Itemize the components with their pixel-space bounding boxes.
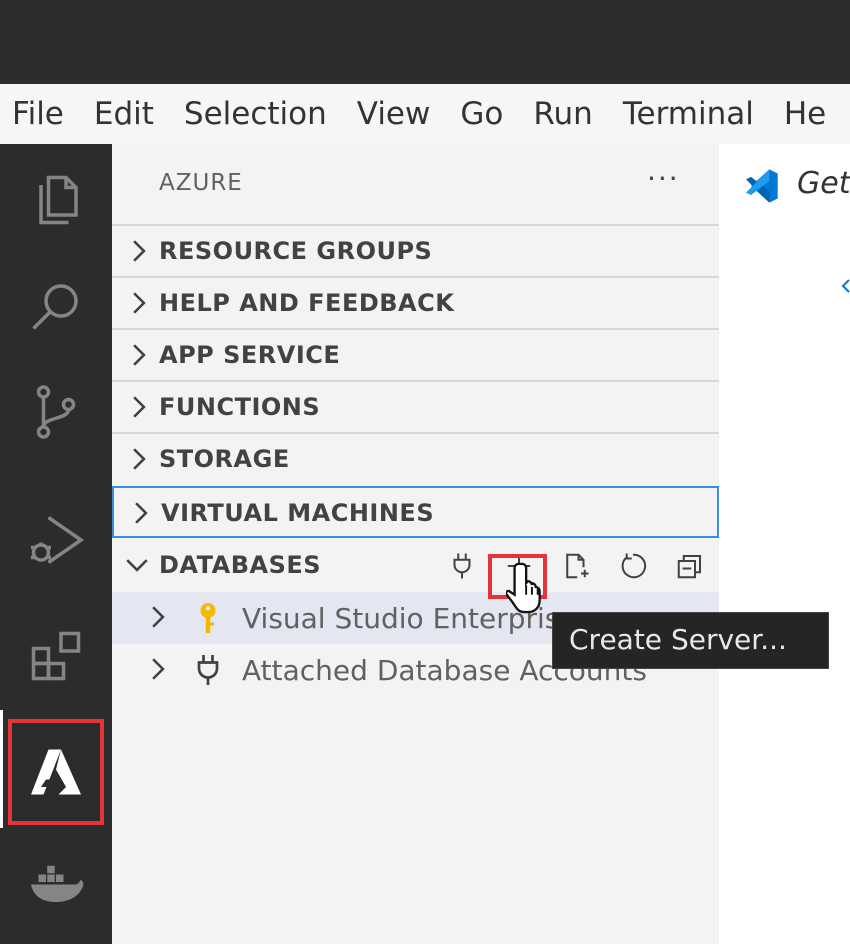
section-label: APP SERVICE [159,341,341,369]
section-label: HELP AND FEEDBACK [159,289,455,317]
menu-bar: File Edit Selection View Go Run Terminal… [0,84,850,144]
section-resource-groups[interactable]: RESOURCE GROUPS [112,224,719,276]
section-app-service[interactable]: APP SERVICE [112,328,719,380]
menu-run[interactable]: Run [533,96,592,132]
chevron-right-icon [133,292,146,314]
chevron-right-icon [152,606,165,628]
title-bar [0,0,850,84]
chevron-right-icon [133,396,146,418]
menu-file[interactable]: File [12,96,64,132]
sidebar-title: AZURE [159,170,243,196]
chevron-right-icon [135,502,148,524]
hand-cursor-icon [506,562,541,614]
plug-icon[interactable] [442,546,482,586]
collapse-all-icon[interactable] [670,546,710,586]
sidebar-header: AZURE ··· [112,144,719,224]
section-help-and-feedback[interactable]: HELP AND FEEDBACK [112,276,719,328]
menu-edit[interactable]: Edit [94,96,154,132]
run-debug-icon[interactable] [0,484,112,596]
section-storage[interactable]: STORAGE [112,432,719,484]
azure-highlight-box [8,719,104,825]
extensions-icon[interactable] [0,600,112,712]
section-label: DATABASES [159,551,322,579]
section-functions[interactable]: FUNCTIONS [112,380,719,432]
menu-go[interactable]: Go [460,96,503,132]
more-actions-button[interactable]: ··· [647,162,680,195]
vscode-logo-icon [746,169,778,203]
section-label: RESOURCE GROUPS [159,237,433,265]
menu-view[interactable]: View [357,96,431,132]
chevron-right-icon [133,240,146,262]
azure-sidebar: AZURE ··· RESOURCE GROUPS HELP AND FEEDB… [112,144,719,944]
section-label: STORAGE [159,445,290,473]
databases-actions [442,540,727,592]
source-control-icon[interactable] [0,356,112,468]
chevron-right-icon [133,344,146,366]
refresh-icon[interactable] [613,546,653,586]
activity-bar [0,144,112,944]
chevron-left-icon [841,279,850,293]
section-label: FUNCTIONS [159,393,321,421]
section-virtual-machines[interactable]: VIRTUAL MACHINES [112,486,719,538]
chevron-down-icon [126,559,148,572]
menu-selection[interactable]: Selection [184,96,327,132]
explorer-icon[interactable] [0,144,112,256]
new-file-icon[interactable] [556,546,596,586]
editor-area: Get [719,144,850,944]
create-server-tooltip: Create Server... [552,612,829,669]
search-icon[interactable] [0,250,112,362]
menu-terminal[interactable]: Terminal [623,96,754,132]
section-label: VIRTUAL MACHINES [161,499,435,527]
menu-help[interactable]: He [784,96,826,132]
chevron-right-icon [152,658,165,680]
editor-tab-label[interactable]: Get [797,166,850,201]
section-databases[interactable]: DATABASES [112,540,719,592]
plug-icon [197,655,219,685]
docker-icon[interactable] [0,826,112,938]
chevron-right-icon [133,448,146,470]
key-icon [200,603,216,633]
